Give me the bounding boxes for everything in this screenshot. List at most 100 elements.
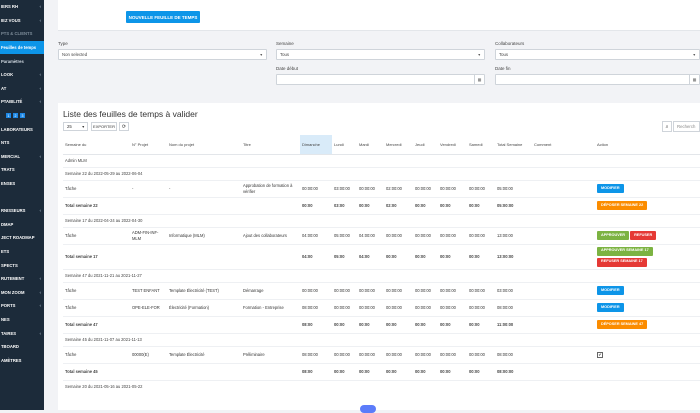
table-cell: Total semaine 22 xyxy=(63,196,130,214)
search-icon[interactable]: ⌕ xyxy=(662,121,672,132)
collaborateurs-select[interactable]: Tous ▼ xyxy=(495,49,700,60)
sidebar-item[interactable]: NES xyxy=(0,313,44,327)
sidebar-item[interactable]: RNISSEURS ‹ xyxy=(0,204,44,218)
sidebar-item[interactable]: PTS & CLIENTS xyxy=(0,27,44,41)
table-cell: Informatique (MLM) xyxy=(167,226,241,244)
calendar-icon[interactable]: ▦ xyxy=(474,75,484,84)
sidebar-item[interactable]: RUTEMENT ‹ xyxy=(0,272,44,286)
table-cell: 08:00:00 xyxy=(495,345,532,363)
table-row: Tâche 00000(E) Template Électricité Prélimi… xyxy=(63,345,700,363)
table-cell: ADM-FIN-INF-MLM xyxy=(130,226,167,244)
sidebar-item[interactable]: PORTS ‹ xyxy=(0,299,44,313)
date-debut-input[interactable]: ▦ xyxy=(276,74,485,85)
sidebar-item-label: RNISSEURS xyxy=(1,208,26,214)
calendar-icon[interactable]: ▦ xyxy=(689,75,699,84)
column-header[interactable]: Nom du projet xyxy=(167,135,241,155)
table-cell: 04:00:00 xyxy=(357,226,384,244)
page-size-select[interactable]: 25 ▼ xyxy=(63,122,88,131)
floating-indicator[interactable] xyxy=(360,405,376,413)
semaine-select-value: Tous xyxy=(280,52,290,57)
table-cell: 00:00 xyxy=(438,243,467,269)
sidebar-badge[interactable]: 1 xyxy=(6,113,11,119)
column-header[interactable]: Total Semaine xyxy=(495,135,532,155)
column-header[interactable]: Lundi xyxy=(332,135,357,155)
table-cell: 00:00 xyxy=(357,315,384,333)
column-header[interactable]: Vendredi xyxy=(438,135,467,155)
sidebar-item-label: PTABILITÉ xyxy=(1,99,23,105)
table-cell: 00:00:00 xyxy=(438,281,467,299)
sidebar-item[interactable]: AMÈTRES xyxy=(0,353,44,367)
export-button[interactable]: EXPORTER xyxy=(91,122,117,131)
sidebar-item-label: Feuilles de temps xyxy=(1,45,37,51)
sidebar-item[interactable]: LABORATEURS xyxy=(0,122,44,136)
sidebar-item[interactable]: MERCIAL ‹ xyxy=(0,150,44,164)
sidebar-item[interactable]: TBOARD xyxy=(0,340,44,354)
total-row: Total semaine 47 08:00 00:00 00:00 00:00 00:0… xyxy=(63,315,700,333)
table-row: Tâche - - Approbation de formation à vérifi… xyxy=(63,179,700,197)
column-header[interactable]: Jeudi xyxy=(413,135,438,155)
table-cell: 00:00 xyxy=(384,315,413,333)
checkbox-icon[interactable]: ✔ xyxy=(597,351,603,358)
action-button[interactable]: MODIFIER xyxy=(597,303,624,312)
column-header[interactable]: Titre xyxy=(241,135,300,155)
sidebar-item[interactable]: PTABILITÉ ‹ xyxy=(0,95,44,109)
sidebar-item[interactable]: ETS xyxy=(0,245,44,259)
action-button[interactable]: APPROUVER xyxy=(597,231,630,240)
column-header[interactable]: N° Projet xyxy=(130,135,167,155)
table-cell: 00:00:00 xyxy=(384,298,413,316)
date-fin-input[interactable]: ▦ xyxy=(495,74,700,85)
sidebar-badge[interactable]: 2 xyxy=(13,113,18,119)
action-cell: MODIFIER xyxy=(595,298,700,316)
sidebar-item[interactable]: MON ZOOM ‹ xyxy=(0,285,44,299)
column-header[interactable]: Mardi xyxy=(357,135,384,155)
table-cell xyxy=(532,179,595,197)
refresh-icon[interactable]: ⟳ xyxy=(119,122,129,131)
table-cell: 00:00:00 xyxy=(332,281,357,299)
sidebar-item[interactable]: NTS xyxy=(0,136,44,150)
table-cell xyxy=(130,315,167,333)
sidebar-item-label: LOOK xyxy=(1,72,14,78)
sidebar-item-label: Paramètres xyxy=(1,58,24,64)
sidebar-item-label: PORTS xyxy=(1,303,16,309)
sidebar-item[interactable]: TRATS xyxy=(0,163,44,177)
sidebar-badge[interactable]: 3 xyxy=(20,113,25,119)
sidebar-item-label: MON ZOOM xyxy=(1,289,25,295)
action-button[interactable]: DÉPOSER SEMAINE 22 xyxy=(597,201,648,210)
sidebar-item[interactable]: Paramètres xyxy=(0,54,44,68)
column-header[interactable]: Comment xyxy=(532,135,595,155)
column-header[interactable]: Semaine du xyxy=(63,135,130,155)
action-button[interactable]: MODIFIER xyxy=(597,286,624,295)
semaine-select[interactable]: Tous ▼ xyxy=(276,49,485,60)
action-button[interactable]: REFUSER xyxy=(630,231,657,240)
table-cell: Tâche xyxy=(63,281,130,299)
action-button[interactable]: APPROUVER SEMAINE 17 xyxy=(597,246,653,256)
sidebar-item[interactable]: IEZ VOUS ‹ xyxy=(0,14,44,28)
sidebar-item[interactable]: AT ‹ xyxy=(0,82,44,96)
sidebar-item[interactable]: TAIRES ‹ xyxy=(0,326,44,340)
sidebar-item[interactable]: ENSES xyxy=(0,177,44,191)
sidebar-item-label: ETS xyxy=(1,248,10,254)
action-button[interactable]: DÉPOSER SEMAINE 47 xyxy=(597,320,648,329)
column-header[interactable]: Dimanche xyxy=(300,135,332,155)
column-header[interactable]: Mercredi xyxy=(384,135,413,155)
sidebar-item[interactable] xyxy=(0,190,44,204)
table-header-row: Semaine du N° Projet Nom du projet Titre Dim… xyxy=(63,135,700,155)
sidebar-item[interactable]: LOOK ‹ xyxy=(0,68,44,82)
column-header[interactable]: Samedi xyxy=(467,135,495,155)
action-button[interactable]: MODIFIER xyxy=(597,184,624,193)
action-button[interactable]: REFUSER SEMAINE 17 xyxy=(597,257,647,267)
sidebar-item[interactable]: SPECTS xyxy=(0,258,44,272)
chevron-down-icon: ▼ xyxy=(259,52,263,57)
sidebar-item[interactable]: IERS RH ‹ xyxy=(0,0,44,14)
sidebar-item[interactable]: DMAP xyxy=(0,218,44,232)
new-timesheet-button[interactable]: NOUVELLE FEUILLE DE TEMPS xyxy=(126,11,200,23)
group-row: Semaine 22 du 2022-05-29 au 2022-06-04 xyxy=(63,166,700,180)
sidebar-item-label: ENSES xyxy=(1,181,16,187)
table-cell xyxy=(532,196,595,214)
table-cell xyxy=(167,362,241,380)
column-header[interactable]: Action xyxy=(595,135,700,155)
sidebar-item[interactable]: JECT ROADMAP xyxy=(0,231,44,245)
search-input[interactable]: Recherch xyxy=(673,121,700,132)
sidebar-item[interactable]: Feuilles de temps xyxy=(0,40,44,55)
type-select[interactable]: Non selected ▼ xyxy=(58,49,267,60)
